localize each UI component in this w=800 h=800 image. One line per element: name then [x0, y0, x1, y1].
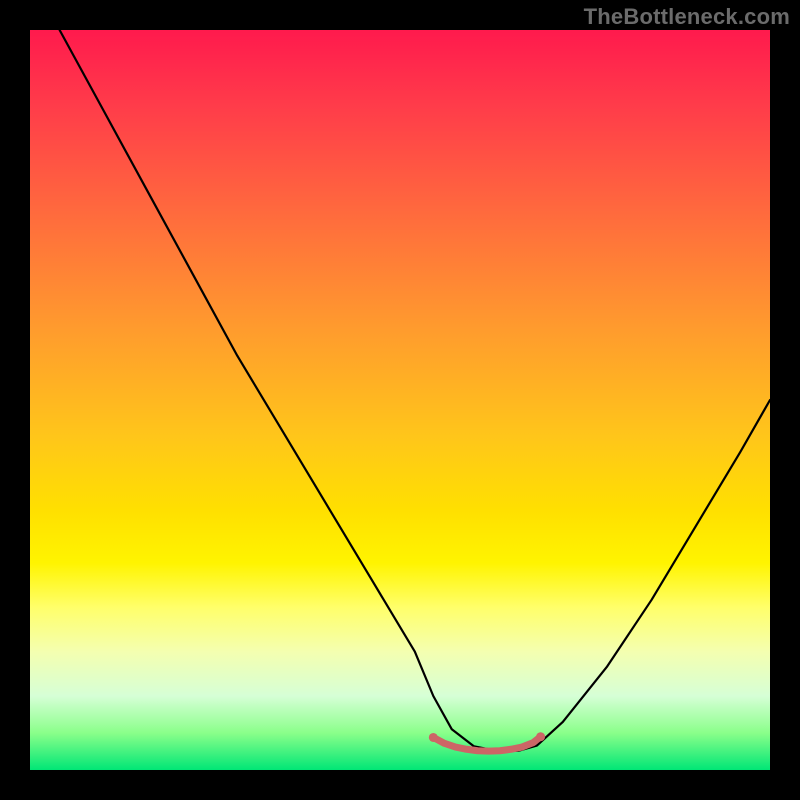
watermark-label: TheBottleneck.com	[584, 4, 790, 30]
valley-endpoint-left	[429, 733, 438, 742]
chart-frame: TheBottleneck.com	[0, 0, 800, 800]
valley-highlight	[433, 737, 540, 751]
bottleneck-curve	[60, 30, 770, 751]
chart-svg	[30, 30, 770, 770]
valley-endpoint-right	[536, 732, 545, 741]
